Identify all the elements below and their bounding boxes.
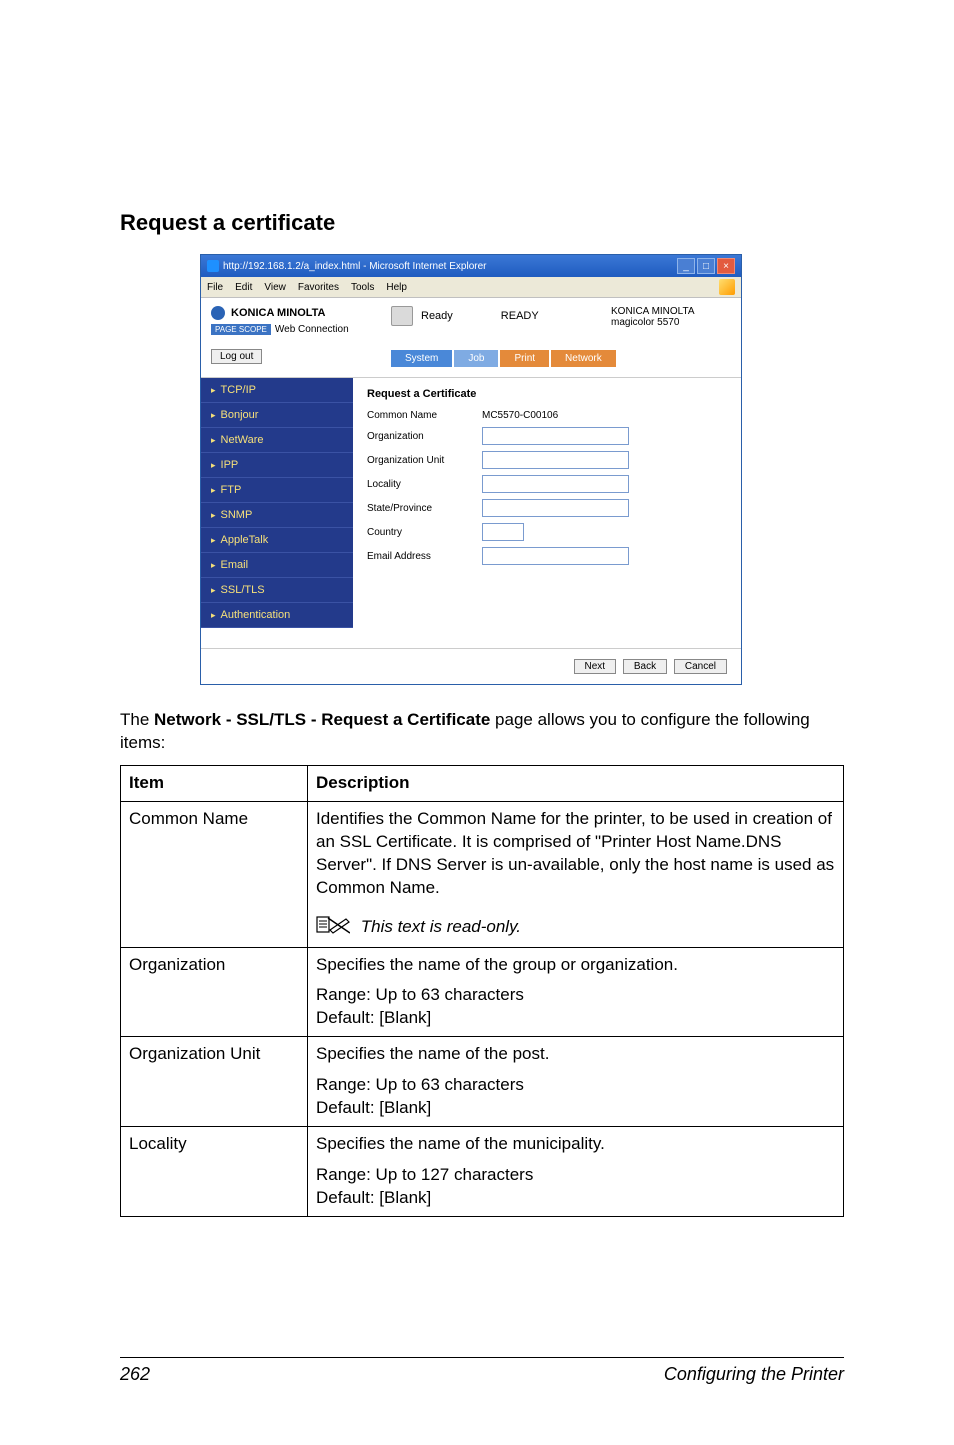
cancel-button[interactable]: Cancel — [674, 659, 727, 674]
status-text: READY — [501, 310, 539, 322]
minimize-icon[interactable]: _ — [677, 258, 695, 274]
label-organization: Organization — [367, 431, 482, 442]
body-text-pre: The — [120, 710, 154, 729]
sidebar-item-ftp[interactable]: FTP — [201, 478, 353, 503]
cell-desc-organization: Specifies the name of the group or organ… — [308, 947, 844, 1037]
tab-network[interactable]: Network — [551, 350, 616, 367]
menu-help[interactable]: Help — [386, 282, 407, 293]
input-organization-unit[interactable] — [482, 451, 629, 469]
table-row: Locality Specifies the name of the munic… — [121, 1127, 844, 1217]
menu-tools[interactable]: Tools — [351, 282, 374, 293]
km-logo: KONICA MINOLTA — [211, 306, 391, 320]
ie-menubar: File Edit View Favorites Tools Help — [201, 277, 741, 298]
sidebar-item-appletalk[interactable]: AppleTalk — [201, 528, 353, 553]
km-logo-icon — [211, 306, 225, 320]
pagescope-text: Web Connection — [275, 324, 349, 335]
input-locality[interactable] — [482, 475, 629, 493]
cell-desc-locality: Specifies the name of the municipality. … — [308, 1127, 844, 1217]
tab-system[interactable]: System — [391, 350, 452, 367]
pagescope-label: PAGE SCOPE Web Connection — [211, 324, 391, 335]
table-row: Organization Specifies the name of the g… — [121, 947, 844, 1037]
label-locality: Locality — [367, 479, 482, 490]
input-email[interactable] — [482, 547, 629, 565]
tab-bar: System Job Print Network — [381, 350, 741, 367]
close-icon[interactable]: × — [717, 258, 735, 274]
desc-locality-range: Range: Up to 127 characters — [316, 1164, 835, 1187]
desc-organization-default: Default: [Blank] — [316, 1007, 835, 1030]
desc-common-name-text: Identifies the Common Name for the print… — [316, 809, 834, 897]
sidebar-item-tcpip[interactable]: TCP/IP — [201, 378, 353, 403]
label-state: State/Province — [367, 503, 482, 514]
label-email: Email Address — [367, 551, 482, 562]
desc-organization-range: Range: Up to 63 characters — [316, 984, 835, 1007]
desc-locality-default: Default: [Blank] — [316, 1187, 835, 1210]
desc-organization-unit-text: Specifies the name of the post. — [316, 1043, 835, 1066]
th-item: Item — [121, 765, 308, 801]
model-line2: magicolor 5570 — [611, 317, 731, 328]
ie-titlebar: http://192.168.1.2/a_index.html - Micros… — [201, 255, 741, 277]
tab-job[interactable]: Job — [454, 350, 498, 367]
sidebar-item-ssltls[interactable]: SSL/TLS — [201, 578, 353, 603]
sidebar-item-ipp[interactable]: IPP — [201, 453, 353, 478]
cell-desc-common-name: Identifies the Common Name for the print… — [308, 801, 844, 947]
input-state[interactable] — [482, 499, 629, 517]
note-icon — [316, 914, 350, 941]
sidebar-item-netware[interactable]: NetWare — [201, 428, 353, 453]
ie-icon — [207, 260, 219, 272]
ie-window-title: http://192.168.1.2/a_index.html - Micros… — [223, 261, 486, 272]
desc-locality-text: Specifies the name of the municipality. — [316, 1133, 835, 1156]
note-text: This text is read-only. — [361, 917, 521, 936]
logout-button[interactable]: Log out — [211, 349, 262, 364]
sidebar: TCP/IP Bonjour NetWare IPP FTP SNMP Appl… — [201, 378, 353, 628]
desc-organization-unit-range: Range: Up to 63 characters — [316, 1074, 835, 1097]
model-line1: KONICA MINOLTA — [611, 306, 731, 317]
ie-window: http://192.168.1.2/a_index.html - Micros… — [200, 254, 742, 685]
label-country: Country — [367, 527, 482, 538]
sidebar-item-authentication[interactable]: Authentication — [201, 603, 353, 628]
input-country[interactable] — [482, 523, 524, 541]
screenshot-container: http://192.168.1.2/a_index.html - Micros… — [120, 254, 844, 685]
label-common-name: Common Name — [367, 410, 482, 421]
cell-item-organization-unit: Organization Unit — [121, 1037, 308, 1127]
value-common-name: MC5570-C00106 — [482, 410, 558, 421]
cell-item-organization: Organization — [121, 947, 308, 1037]
sidebar-item-bonjour[interactable]: Bonjour — [201, 403, 353, 428]
back-button[interactable]: Back — [623, 659, 667, 674]
ready-label: Ready — [421, 310, 453, 322]
page-number: 262 — [120, 1364, 150, 1385]
sidebar-item-snmp[interactable]: SNMP — [201, 503, 353, 528]
th-description: Description — [308, 765, 844, 801]
ie-flag-icon — [719, 279, 735, 295]
page-footer: 262 Configuring the Printer — [120, 1357, 844, 1385]
maximize-icon[interactable]: □ — [697, 258, 715, 274]
tab-print[interactable]: Print — [500, 350, 549, 367]
page-heading: Request a certificate — [120, 210, 844, 236]
km-logo-text: KONICA MINOLTA — [231, 307, 326, 319]
table-row: Organization Unit Specifies the name of … — [121, 1037, 844, 1127]
description-table: Item Description Common Name Identifies … — [120, 765, 844, 1217]
cell-item-locality: Locality — [121, 1127, 308, 1217]
table-row: Common Name Identifies the Common Name f… — [121, 801, 844, 947]
desc-organization-text: Specifies the name of the group or organ… — [316, 954, 835, 977]
form-button-row: Next Back Cancel — [201, 648, 741, 684]
pagescope-badge: PAGE SCOPE — [211, 324, 271, 335]
form-title: Request a Certificate — [367, 388, 727, 400]
form-area: Request a Certificate Common Name MC5570… — [353, 378, 741, 628]
input-organization[interactable] — [482, 427, 629, 445]
body-paragraph: The Network - SSL/TLS - Request a Certif… — [120, 709, 844, 755]
label-organization-unit: Organization Unit — [367, 455, 482, 466]
cell-desc-organization-unit: Specifies the name of the post. Range: U… — [308, 1037, 844, 1127]
menu-file[interactable]: File — [207, 282, 223, 293]
menu-edit[interactable]: Edit — [235, 282, 252, 293]
printer-icon — [391, 306, 413, 326]
menu-view[interactable]: View — [264, 282, 286, 293]
next-button[interactable]: Next — [574, 659, 617, 674]
menu-favorites[interactable]: Favorites — [298, 282, 339, 293]
body-text-bold: Network - SSL/TLS - Request a Certificat… — [154, 710, 490, 729]
footer-section: Configuring the Printer — [664, 1364, 844, 1385]
sidebar-item-email[interactable]: Email — [201, 553, 353, 578]
cell-item-common-name: Common Name — [121, 801, 308, 947]
desc-organization-unit-default: Default: [Blank] — [316, 1097, 835, 1120]
